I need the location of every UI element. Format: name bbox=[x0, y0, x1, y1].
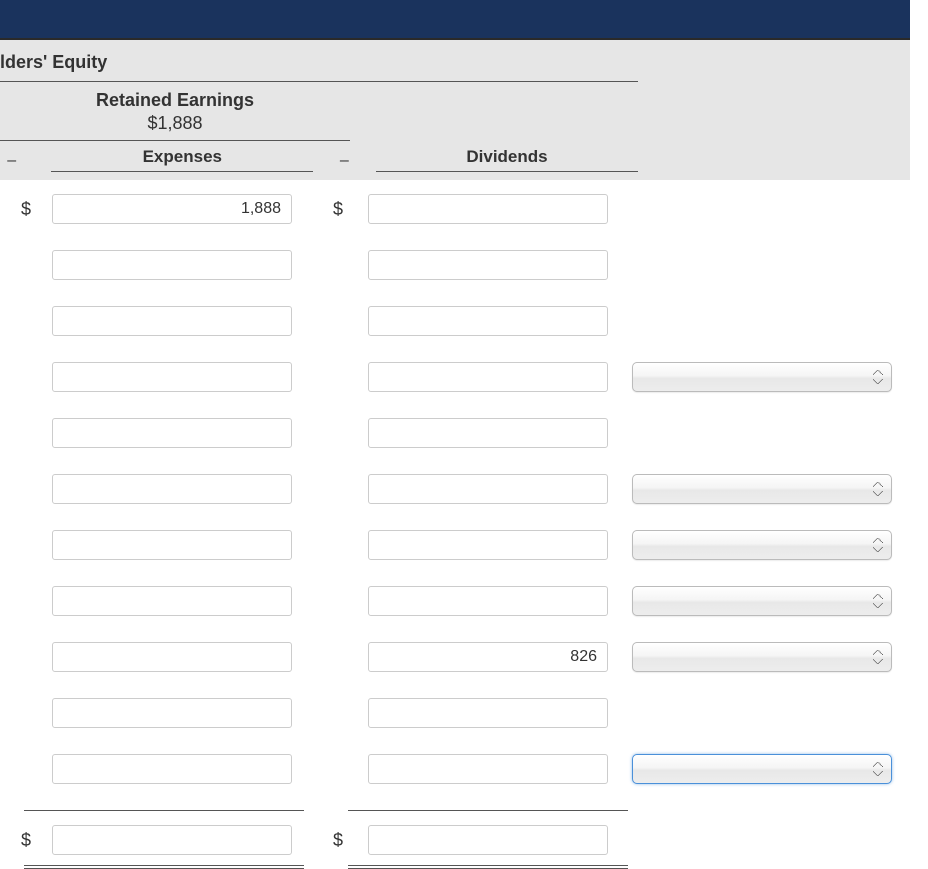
expense-input[interactable] bbox=[52, 194, 292, 224]
data-row bbox=[0, 418, 928, 448]
account-select[interactable] bbox=[632, 530, 892, 560]
dividend-input[interactable] bbox=[368, 754, 608, 784]
retained-earnings-title: Retained Earnings bbox=[0, 90, 350, 111]
minus-sign-2: – bbox=[333, 152, 356, 172]
expense-input[interactable] bbox=[52, 586, 292, 616]
data-row bbox=[0, 642, 928, 672]
retained-earnings-value: $1,888 bbox=[0, 113, 350, 134]
minus-sign-1: – bbox=[0, 152, 23, 172]
dividend-input[interactable] bbox=[368, 306, 608, 336]
data-row: $$ bbox=[0, 194, 928, 224]
expense-input[interactable] bbox=[52, 362, 292, 392]
dividend-input[interactable] bbox=[368, 418, 608, 448]
account-select[interactable] bbox=[632, 586, 892, 616]
retained-earnings-block: Retained Earnings $1,888 bbox=[0, 82, 350, 141]
dividend-input[interactable] bbox=[368, 474, 608, 504]
section-title: lders' Equity bbox=[0, 40, 638, 82]
data-row bbox=[0, 754, 928, 784]
data-row bbox=[0, 474, 928, 504]
data-row bbox=[0, 586, 928, 616]
total-dollar-dividends: $ bbox=[312, 830, 364, 851]
expenses-total-rule bbox=[24, 810, 304, 811]
account-select[interactable] bbox=[632, 474, 892, 504]
dividend-input[interactable] bbox=[368, 698, 608, 728]
totals-row: $ $ bbox=[0, 811, 928, 865]
sub-header-row: – Expenses – Dividends bbox=[0, 147, 638, 172]
data-row bbox=[0, 306, 928, 336]
dividend-input[interactable] bbox=[368, 586, 608, 616]
data-row bbox=[0, 250, 928, 280]
data-row bbox=[0, 362, 928, 392]
expense-input[interactable] bbox=[52, 754, 292, 784]
expense-input[interactable] bbox=[52, 642, 292, 672]
account-select[interactable] bbox=[632, 362, 892, 392]
total-dollar-expenses: $ bbox=[0, 830, 52, 851]
expenses-header: Expenses bbox=[51, 147, 313, 172]
dividend-input[interactable] bbox=[368, 530, 608, 560]
dividend-input[interactable] bbox=[368, 194, 608, 224]
expense-input[interactable] bbox=[52, 418, 292, 448]
expense-input[interactable] bbox=[52, 474, 292, 504]
expense-input[interactable] bbox=[52, 306, 292, 336]
data-row bbox=[0, 698, 928, 728]
dividends-double-rule bbox=[348, 865, 628, 869]
dividend-input[interactable] bbox=[368, 250, 608, 280]
dollar-sign-expense: $ bbox=[0, 199, 52, 220]
account-select[interactable] bbox=[632, 642, 892, 672]
total-expense-input[interactable] bbox=[52, 825, 292, 855]
expenses-double-rule bbox=[24, 865, 304, 869]
expense-input[interactable] bbox=[52, 250, 292, 280]
dividend-input[interactable] bbox=[368, 362, 608, 392]
expense-input[interactable] bbox=[52, 698, 292, 728]
dollar-sign-dividend: $ bbox=[312, 199, 364, 220]
account-select[interactable] bbox=[632, 754, 892, 784]
expense-input[interactable] bbox=[52, 530, 292, 560]
data-row bbox=[0, 530, 928, 560]
body-area: $$ bbox=[0, 180, 928, 784]
top-bar bbox=[0, 0, 910, 40]
dividends-header: Dividends bbox=[376, 147, 638, 172]
total-dividend-input[interactable] bbox=[368, 825, 608, 855]
dividends-total-rule bbox=[348, 810, 628, 811]
dividend-input[interactable] bbox=[368, 642, 608, 672]
header-area: lders' Equity Retained Earnings $1,888 –… bbox=[0, 40, 910, 180]
